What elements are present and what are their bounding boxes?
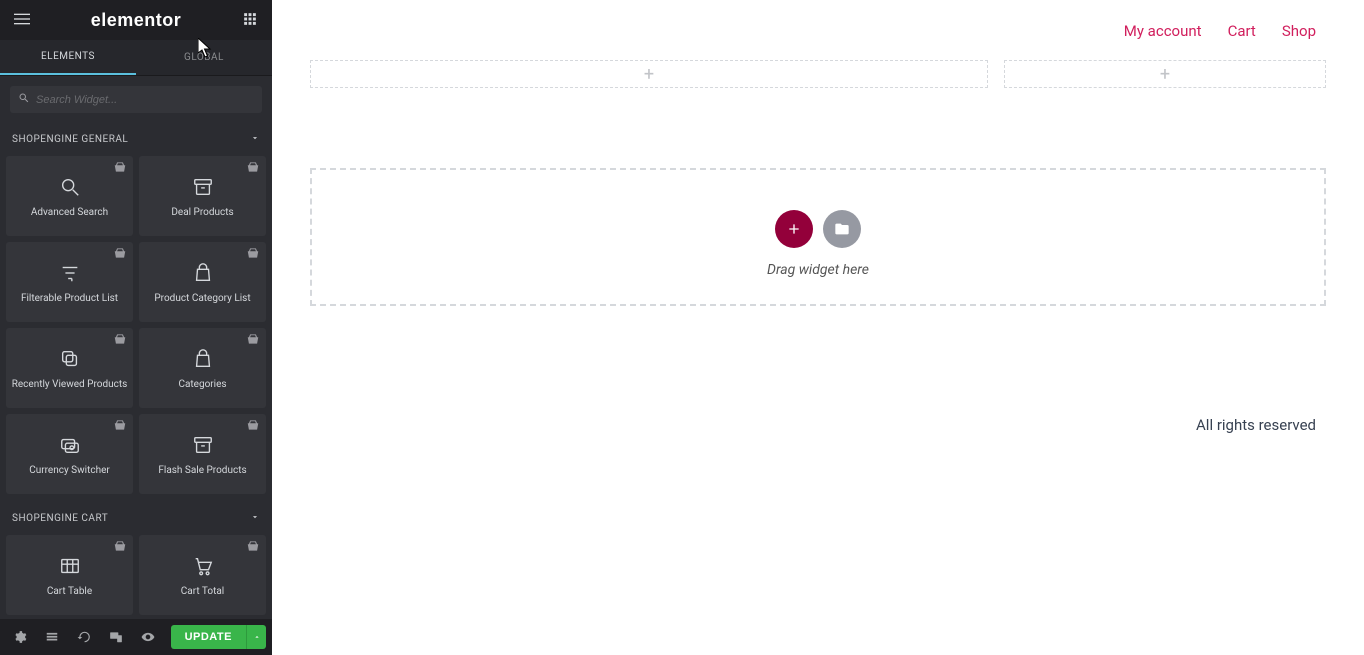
sidebar-footer: UPDATE (0, 619, 272, 655)
filter-icon (58, 261, 82, 285)
widget-currency-switcher[interactable]: Currency Switcher (6, 414, 133, 494)
chevron-down-icon (250, 133, 260, 146)
archive-icon (191, 433, 215, 457)
table-icon (58, 554, 82, 578)
basket-icon (246, 332, 260, 346)
tab-global[interactable]: GLOBAL (136, 40, 272, 75)
page-footer-text: All rights reserved (272, 326, 1364, 454)
widget-label: Filterable Product List (17, 293, 122, 304)
basket-icon (246, 539, 260, 553)
update-button[interactable]: UPDATE (171, 625, 246, 649)
widget-label: Flash Sale Products (154, 465, 250, 476)
site-nav: My account Cart Shop (272, 0, 1364, 50)
widget-label: Recently Viewed Products (8, 379, 132, 390)
widget-grid-general: Advanced Search Deal Products Filterable… (0, 156, 272, 502)
add-column-button[interactable]: + (310, 60, 988, 88)
tab-elements[interactable]: ELEMENTS (0, 40, 136, 75)
widget-flash-sale-products[interactable]: Flash Sale Products (139, 414, 266, 494)
widget-label: Categories (174, 379, 230, 390)
section-head-cart[interactable]: SHOPENGINE CART (0, 502, 272, 535)
basket-icon (246, 160, 260, 174)
widget-label: Advanced Search (27, 207, 112, 218)
responsive-icon[interactable] (102, 623, 130, 651)
widget-recently-viewed-products[interactable]: Recently Viewed Products (6, 328, 133, 408)
basket-icon (246, 246, 260, 260)
widget-deal-products[interactable]: Deal Products (139, 156, 266, 236)
add-column-button[interactable]: + (1004, 60, 1326, 88)
widget-label: Deal Products (167, 207, 237, 218)
sidebar-header: elementor (0, 0, 272, 40)
search-icon (58, 175, 82, 199)
widget-product-category-list[interactable]: Product Category List (139, 242, 266, 322)
page-canvas: My account Cart Shop + + Drag widget her… (272, 0, 1364, 655)
add-section-button[interactable] (775, 210, 813, 248)
settings-icon[interactable] (6, 623, 34, 651)
menu-icon[interactable] (12, 11, 32, 30)
widget-label: Cart Table (43, 586, 96, 597)
widget-cart-table[interactable]: Cart Table (6, 535, 133, 615)
apps-icon[interactable] (240, 12, 260, 29)
basket-icon (113, 418, 127, 432)
empty-sections-row: + + (272, 50, 1364, 98)
search-box (10, 86, 262, 113)
search-wrap (0, 76, 272, 123)
basket-icon (113, 160, 127, 174)
brand-logo: elementor (32, 10, 240, 31)
search-icon (18, 92, 30, 107)
bag-icon (191, 347, 215, 371)
search-input[interactable] (36, 94, 254, 106)
drop-zone-buttons (332, 210, 1304, 248)
sidebar-scroll[interactable]: SHOPENGINE GENERAL Advanced Search Deal … (0, 123, 272, 619)
nav-shop[interactable]: Shop (1282, 22, 1316, 40)
widget-advanced-search[interactable]: Advanced Search (6, 156, 133, 236)
add-template-button[interactable] (823, 210, 861, 248)
history-icon[interactable] (70, 623, 98, 651)
basket-icon (113, 539, 127, 553)
widget-cart-total[interactable]: Cart Total (139, 535, 266, 615)
widget-label: Cart Total (177, 586, 228, 597)
nav-my-account[interactable]: My account (1124, 22, 1202, 40)
section-title: SHOPENGINE CART (12, 513, 108, 524)
preview-icon[interactable] (134, 623, 162, 651)
basket-icon (113, 332, 127, 346)
chevron-down-icon (250, 512, 260, 525)
cart-icon (191, 554, 215, 578)
currency-icon (58, 433, 82, 457)
section-head-general[interactable]: SHOPENGINE GENERAL (0, 123, 272, 156)
bag-icon (191, 261, 215, 285)
widget-categories[interactable]: Categories (139, 328, 266, 408)
plus-icon: + (644, 64, 654, 85)
drop-zone[interactable]: Drag widget here (310, 168, 1326, 306)
update-group: UPDATE (171, 625, 266, 649)
widget-grid-cart: Cart Table Cart Total (0, 535, 272, 619)
editor-sidebar: elementor ELEMENTS GLOBAL SHOPENGINE GEN… (0, 0, 272, 655)
nav-cart[interactable]: Cart (1228, 22, 1256, 40)
update-options-button[interactable] (246, 625, 266, 649)
drop-zone-hint: Drag widget here (332, 262, 1304, 278)
navigator-icon[interactable] (38, 623, 66, 651)
sidebar-tabs: ELEMENTS GLOBAL (0, 40, 272, 76)
widget-label: Product Category List (150, 293, 254, 304)
copy-icon (58, 347, 82, 371)
widget-label: Currency Switcher (25, 465, 114, 476)
widget-filterable-product-list[interactable]: Filterable Product List (6, 242, 133, 322)
basket-icon (113, 246, 127, 260)
plus-icon: + (1160, 64, 1170, 85)
archive-icon (191, 175, 215, 199)
section-title: SHOPENGINE GENERAL (12, 134, 128, 145)
basket-icon (246, 418, 260, 432)
